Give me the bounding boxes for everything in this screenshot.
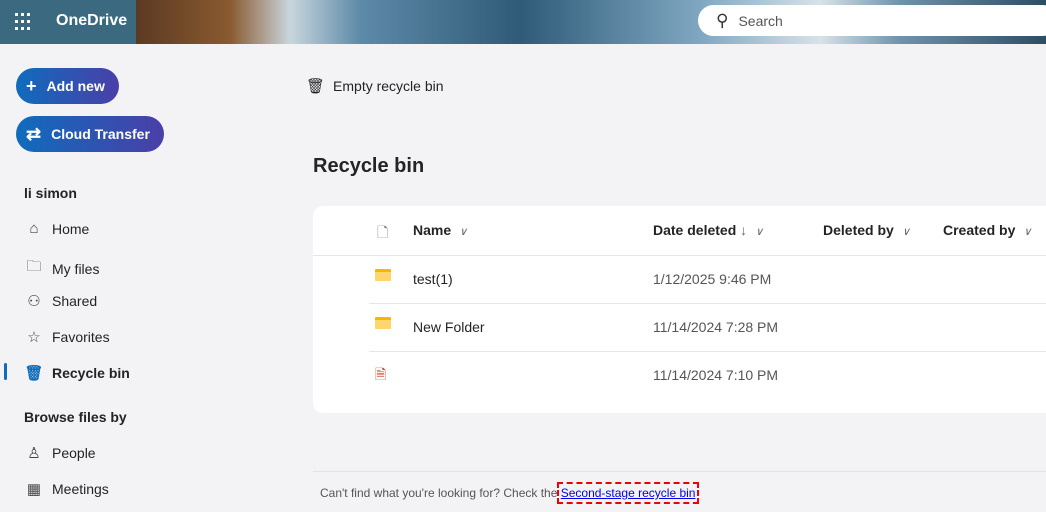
nav-label: Meetings — [52, 481, 109, 497]
row-date: 1/12/2025 9:46 PM — [653, 271, 772, 287]
browse-header: Browse files by — [24, 409, 127, 425]
trash-icon: 🗑 — [306, 78, 326, 95]
row-date: 11/14/2024 7:10 PM — [653, 367, 779, 383]
footer: Can't find what you're looking for? Chec… — [313, 471, 1046, 504]
file-table: 🗋 Name ∨ Date deleted ↓ ∨ Deleted by ∨ Crea… — [313, 206, 1046, 413]
empty-recycle-bin-button[interactable]: 🗑 Empty recycle bin — [306, 77, 444, 95]
plus-icon: + — [26, 75, 37, 96]
sidebar-item-meetings[interactable]: ▦ Meetings — [24, 480, 109, 498]
chevron-down-icon: ∨ — [459, 226, 468, 238]
transfer-icon: ⇄ — [26, 123, 42, 144]
sidebar-item-home[interactable]: ⌂ Home — [24, 220, 89, 237]
cloud-transfer-label: Cloud Transfer — [51, 126, 150, 142]
folder-icon — [375, 317, 391, 329]
folder-icon — [375, 269, 391, 281]
column-deleted-by[interactable]: Deleted by ∨ — [823, 222, 910, 238]
row-name[interactable]: New Folder — [413, 319, 485, 335]
header-banner: OneDrive ⚲ Search — [0, 0, 1046, 44]
column-created-by[interactable]: Created by ∨ — [943, 222, 1031, 238]
presentation-file-icon: 🗎 — [375, 366, 387, 382]
column-name[interactable]: Name ∨ — [413, 222, 467, 238]
home-icon: ⌂ — [29, 220, 39, 237]
chevron-down-icon: ∨ — [1023, 226, 1032, 238]
add-new-button[interactable]: + Add new — [16, 68, 119, 104]
app-title[interactable]: OneDrive — [56, 12, 127, 30]
nav-label: My files — [52, 260, 100, 277]
active-indicator — [4, 363, 7, 380]
app-launcher-icon[interactable] — [15, 13, 33, 31]
row-name[interactable]: test(1) — [413, 271, 453, 287]
page-title: Recycle bin — [313, 155, 425, 177]
sidebar-item-favorites[interactable]: ☆ Favorites — [24, 328, 110, 346]
trash-icon: 🗑 — [24, 365, 44, 382]
person-icon: ♙ — [27, 445, 41, 462]
user-name: li simon — [24, 185, 77, 201]
footer-text: Can't find what you're looking for? Chec… — [320, 486, 561, 500]
cloud-transfer-button[interactable]: ⇄ Cloud Transfer — [16, 116, 164, 152]
nav-label: Shared — [52, 293, 98, 309]
chevron-down-icon: ∨ — [755, 226, 764, 238]
column-date-deleted[interactable]: Date deleted ↓ ∨ — [653, 222, 763, 238]
sort-down-icon: ↓ — [740, 222, 748, 238]
nav-label: Home — [52, 220, 90, 237]
table-row[interactable]: 🗎 11/14/2024 7:10 PM — [369, 352, 1046, 400]
folder-icon: 🗀 — [26, 258, 42, 275]
second-stage-recycle-bin-link[interactable]: Second-stage recycle bin — [556, 482, 700, 504]
sidebar-item-people[interactable]: ♙ People — [24, 444, 96, 462]
nav-label: Favorites — [52, 329, 110, 345]
star-icon: ☆ — [27, 329, 41, 346]
table-row[interactable]: New Folder 11/14/2024 7:28 PM — [369, 304, 1046, 352]
nav-label: Recycle bin — [52, 365, 130, 381]
people-icon: ⚇ — [27, 293, 41, 310]
sidebar-item-shared[interactable]: ⚇ Shared — [24, 292, 97, 310]
sidebar-item-my-files[interactable]: 🗀 My files — [24, 256, 99, 281]
search-placeholder: Search — [738, 12, 783, 29]
table-header: 🗋 Name ∨ Date deleted ↓ ∨ Deleted by ∨ Crea… — [313, 206, 1046, 256]
search-input[interactable]: ⚲ Search — [698, 5, 1046, 36]
calendar-icon: ▦ — [26, 481, 42, 498]
sidebar-item-recycle-bin[interactable]: 🗑 Recycle bin — [24, 364, 130, 382]
add-new-label: Add new — [46, 78, 105, 94]
file-type-icon[interactable]: 🗋 — [377, 222, 388, 246]
search-icon: ⚲ — [716, 10, 729, 30]
nav-label: People — [52, 445, 96, 461]
row-date: 11/14/2024 7:28 PM — [653, 319, 779, 335]
empty-label: Empty recycle bin — [333, 78, 444, 94]
table-row[interactable]: test(1) 1/12/2025 9:46 PM — [369, 256, 1046, 304]
chevron-down-icon: ∨ — [901, 226, 910, 238]
